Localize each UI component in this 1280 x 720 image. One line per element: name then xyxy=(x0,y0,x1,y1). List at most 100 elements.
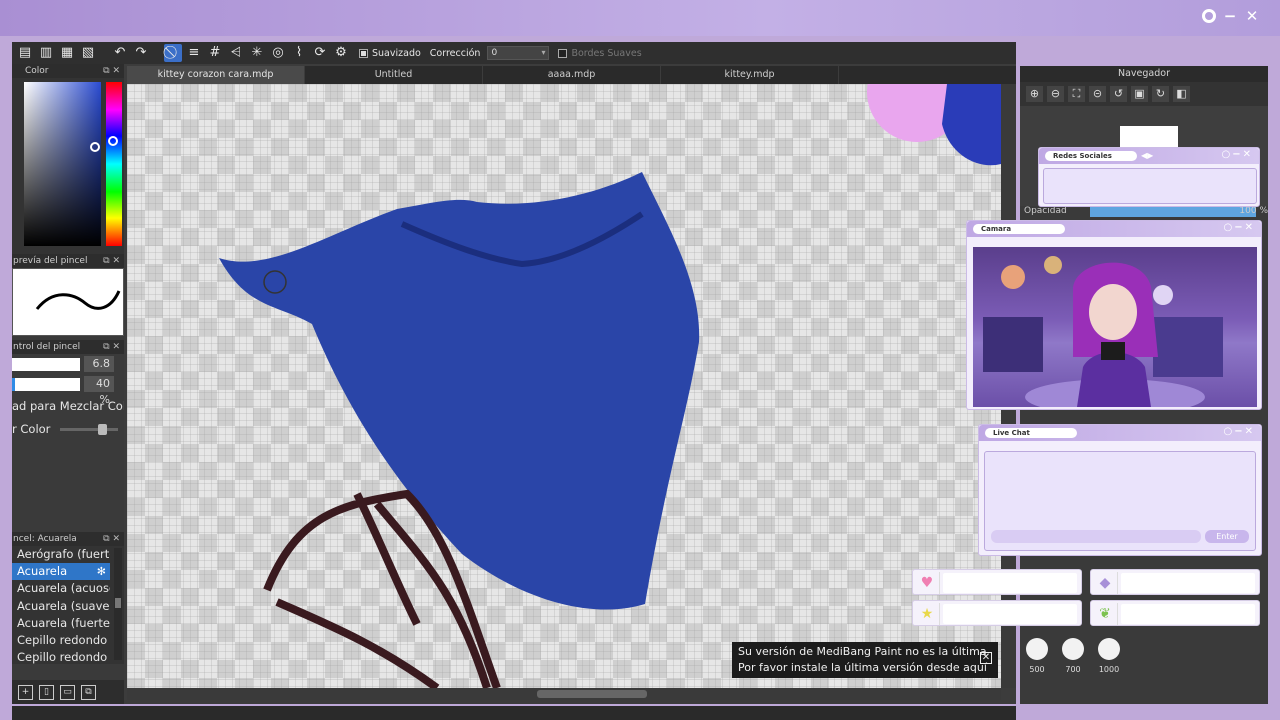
vanishing-point-icon[interactable]: ⩤ xyxy=(227,44,245,62)
smoothing-checkbox[interactable] xyxy=(359,48,368,58)
parallel-snap-icon[interactable]: ≡ xyxy=(185,44,203,62)
vtuber-avatar-icon xyxy=(983,256,1223,407)
brush-list-actions: + ▯ ▭ ⧉ xyxy=(12,680,124,704)
widget-controls-icon[interactable]: ○−✕ xyxy=(1224,426,1255,437)
zoom-out-icon[interactable]: ⊖ xyxy=(1047,86,1064,102)
amount-option[interactable]: 500 xyxy=(1024,638,1050,674)
tab-document[interactable]: kittey.mdp xyxy=(661,66,839,84)
color-slider-knob[interactable] xyxy=(98,423,108,435)
panel-controls-icon[interactable]: ⧉ ✕ xyxy=(103,532,120,546)
leaf-icon: ❦ xyxy=(1099,606,1111,622)
update-notice[interactable]: Su versión de MediBang Paint no es la úl… xyxy=(732,642,998,678)
social-widget: Redes Sociales ◀▶ ○−✕ xyxy=(1038,147,1260,207)
gear-icon[interactable]: ✻ xyxy=(97,563,106,580)
list-item[interactable]: Acuarela (acuoso) xyxy=(12,580,110,597)
brush-list-scrollbar[interactable] xyxy=(114,548,122,660)
scroll-thumb[interactable] xyxy=(115,598,121,608)
panel-controls-icon[interactable]: ⧉ ✕ xyxy=(103,64,120,78)
list-item[interactable]: Cepillo redondo xyxy=(12,632,110,649)
list-item[interactable]: Acuarela (fuerte) xyxy=(12,615,110,632)
list-item[interactable]: Acuarela (suave) xyxy=(12,598,110,615)
opacity-bar[interactable] xyxy=(1090,207,1256,217)
soft-edges-label: Bordes Suaves xyxy=(571,47,642,59)
heart-icon: ♥ xyxy=(920,575,934,591)
brush-opacity-bar[interactable] xyxy=(12,377,80,391)
brush-size-value[interactable]: 6.8 xyxy=(84,356,114,372)
close-icon[interactable]: ✕ xyxy=(1244,8,1260,24)
camera-widget-titlebar: Camara ○−✕ xyxy=(967,221,1261,237)
nav-arrows-icon[interactable]: ◀▶ xyxy=(1141,151,1153,160)
canvas-horizontal-scrollbar[interactable] xyxy=(127,688,1001,700)
chat-icon[interactable]: ▤ xyxy=(16,44,34,62)
soft-edges-checkbox[interactable] xyxy=(558,48,568,58)
color-panel-header: Color ⧉ ✕ xyxy=(12,64,124,78)
medibang-window: ▤ ▥ ▦ ▧ ↶ ↷ ⃠ ≡ # ⩤ ✳ ◎ ⌇ ⟳ ⚙ Suavizado … xyxy=(12,42,1016,720)
brush-size-bar[interactable] xyxy=(12,357,80,371)
widget-controls-icon[interactable]: ○−✕ xyxy=(1222,149,1253,160)
saturation-value-square[interactable] xyxy=(24,82,101,246)
hue-slider[interactable] xyxy=(106,82,122,246)
amount-option[interactable]: 700 xyxy=(1060,638,1086,674)
color-slider[interactable] xyxy=(60,423,119,435)
amount-option[interactable]: 1000 xyxy=(1096,638,1122,674)
brush-list-title: ncel: Acuarela xyxy=(13,534,77,544)
rotate-icon[interactable]: ⟳ xyxy=(311,44,329,62)
chat-input[interactable] xyxy=(991,530,1201,543)
rotate-right-icon[interactable]: ↻ xyxy=(1152,86,1169,102)
social-widget-titlebar: Redes Sociales ◀▶ ○−✕ xyxy=(1039,148,1259,164)
enter-button[interactable]: Enter xyxy=(1205,530,1249,543)
record-icon[interactable] xyxy=(1202,9,1216,23)
panel-controls-icon[interactable]: ⧉ ✕ xyxy=(103,340,120,354)
brush-opacity-row: 40 % xyxy=(12,374,124,406)
list-item[interactable]: Aerógrafo (fuerte xyxy=(12,546,110,563)
fit-icon[interactable]: ⛶ xyxy=(1068,86,1085,102)
flip-icon[interactable]: ▣ xyxy=(1131,86,1148,102)
update-notice-line2: Por favor instale la última versión desd… xyxy=(738,661,987,674)
rotate-left-icon[interactable]: ↺ xyxy=(1110,86,1127,102)
window-controls: − ✕ xyxy=(1202,8,1260,24)
folder-icon[interactable]: ▭ xyxy=(60,684,75,700)
color-slider-row: r Color xyxy=(12,418,124,440)
selected-brush-label: Acuarela xyxy=(17,564,68,579)
curve-snap-icon[interactable]: ⌇ xyxy=(290,44,308,62)
minimize-icon[interactable]: − xyxy=(1222,8,1238,24)
mirror-icon[interactable]: ◧ xyxy=(1173,86,1190,102)
no-snap-icon[interactable]: ⃠ xyxy=(164,44,182,62)
sv-picker-handle[interactable] xyxy=(90,142,100,152)
drawing-canvas[interactable] xyxy=(127,84,1001,688)
new-brush-icon[interactable]: ▯ xyxy=(39,684,54,700)
left-dock: Color ⧉ ✕ prevía del pincel ⧉ ✕ ntrol de… xyxy=(12,64,124,704)
widget-controls-icon[interactable]: ○−✕ xyxy=(1224,222,1255,233)
list-item[interactable]: Cepillo redondo (a xyxy=(12,649,110,666)
undo-icon[interactable]: ↶ xyxy=(111,44,129,62)
tab-document[interactable]: Untitled xyxy=(305,66,483,84)
tab-document[interactable]: kittey corazon cara.mdp xyxy=(127,66,305,84)
amount-label: 1000 xyxy=(1098,665,1120,674)
zoom-reset-icon[interactable]: ⊝ xyxy=(1089,86,1106,102)
hue-picker-handle[interactable] xyxy=(108,136,118,146)
scroll-thumb[interactable] xyxy=(537,690,647,698)
panel-controls-icon[interactable]: ⧉ ✕ xyxy=(103,254,120,268)
copy-icon[interactable]: ⧉ xyxy=(81,684,96,700)
tab-document[interactable]: aaaa.mdp xyxy=(483,66,661,84)
list-item-selected[interactable]: Acuarela ✻ xyxy=(12,563,110,581)
close-icon[interactable]: ✕ xyxy=(980,652,992,664)
document-icon[interactable]: ▥ xyxy=(37,44,55,62)
smoothing-toggle[interactable]: Suavizado xyxy=(359,48,421,59)
main-toolbar: ▤ ▥ ▦ ▧ ↶ ↷ ⃠ ≡ # ⩤ ✳ ◎ ⌇ ⟳ ⚙ Suavizado … xyxy=(12,42,1016,64)
add-brush-icon[interactable]: + xyxy=(18,684,33,700)
amount-label: 500 xyxy=(1029,665,1045,674)
correction-select[interactable]: 0 xyxy=(487,46,550,60)
soft-edges-toggle[interactable]: Bordes Suaves xyxy=(558,47,642,59)
layers-icon[interactable]: ▦ xyxy=(58,44,76,62)
brush-opacity-value[interactable]: 40 % xyxy=(84,376,114,406)
circle-snap-icon[interactable]: ◎ xyxy=(269,44,287,62)
zoom-in-icon[interactable]: ⊕ xyxy=(1026,86,1043,102)
redo-icon[interactable]: ↷ xyxy=(132,44,150,62)
settings-icon[interactable]: ⚙ xyxy=(332,44,350,62)
crisscross-snap-icon[interactable]: # xyxy=(206,44,224,62)
star-icon: ★ xyxy=(920,606,934,622)
radial-snap-icon[interactable]: ✳ xyxy=(248,44,266,62)
grid-icon[interactable]: ▧ xyxy=(79,44,97,62)
leaf-field xyxy=(1121,604,1255,624)
